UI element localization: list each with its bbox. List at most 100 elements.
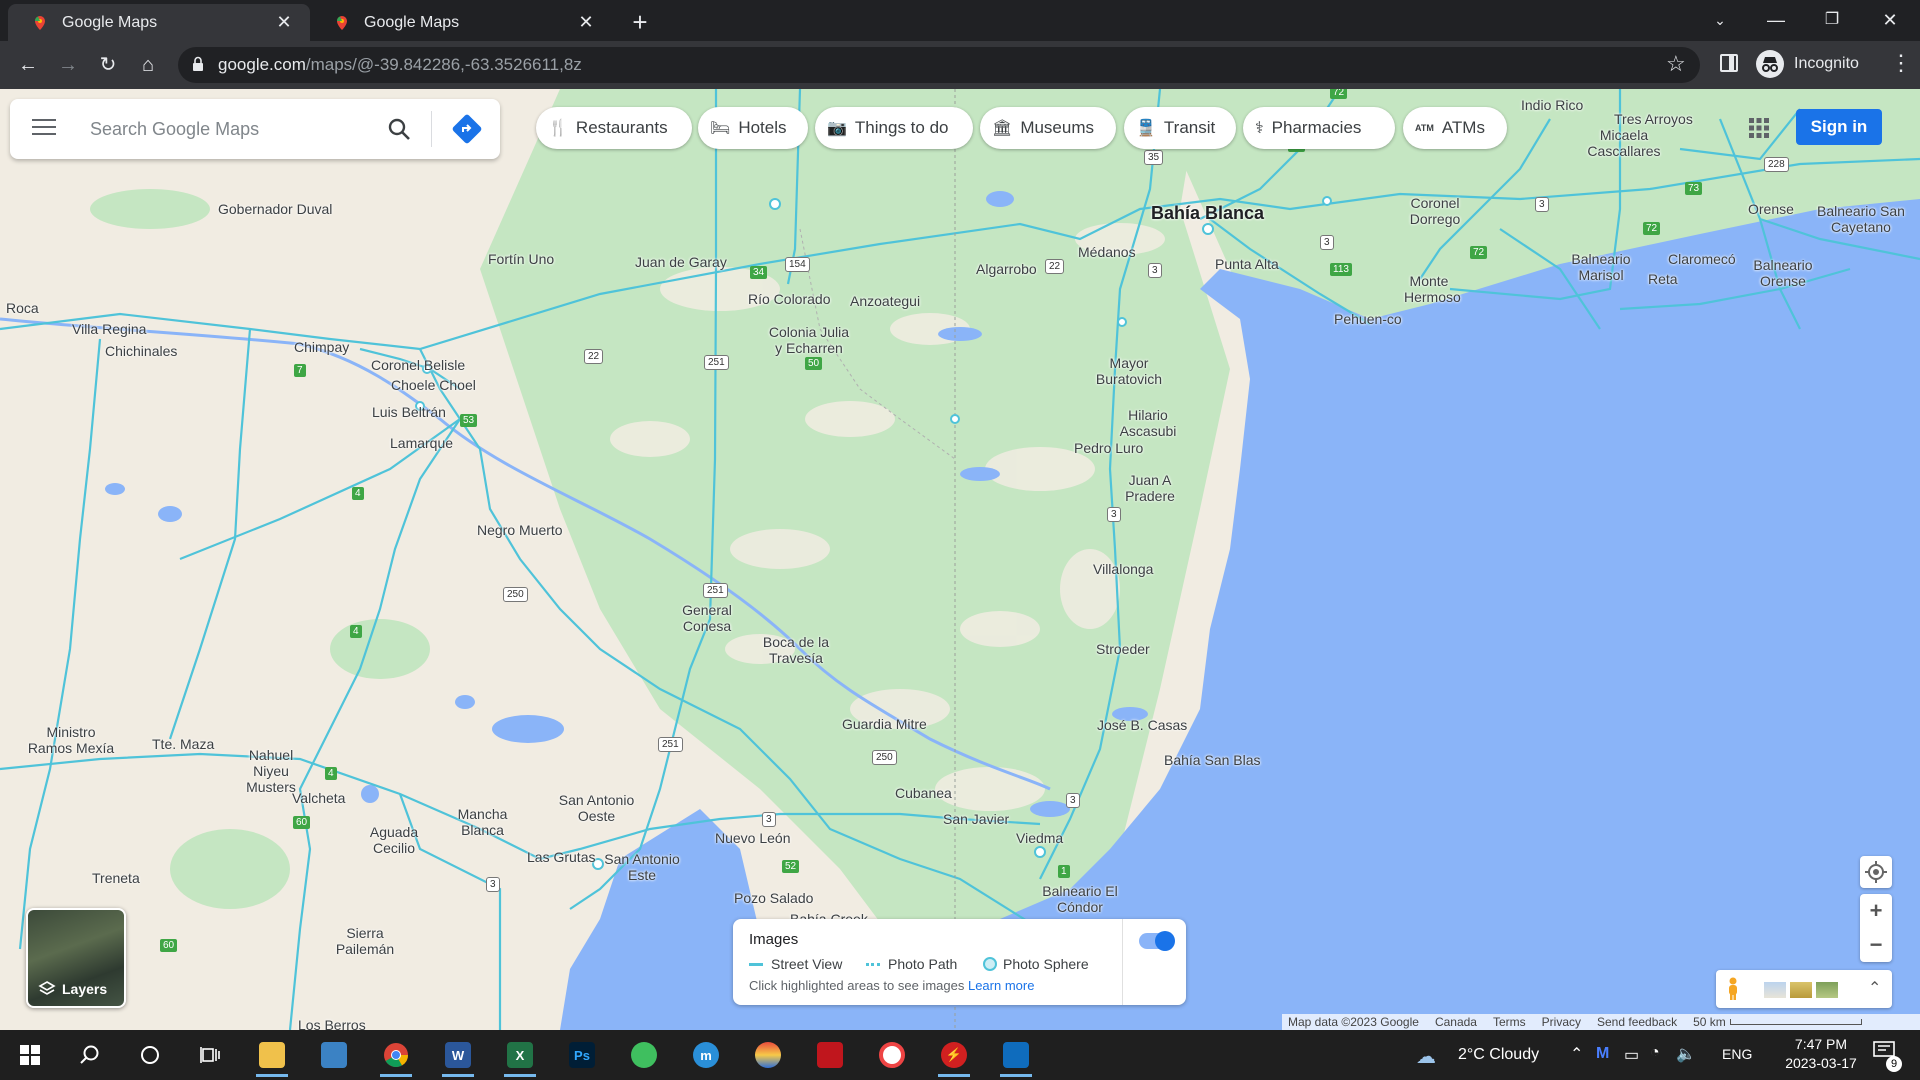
place-label[interactable]: Valcheta bbox=[292, 790, 345, 806]
excel-icon[interactable]: X bbox=[498, 1034, 542, 1077]
place-label[interactable]: Pehuen-co bbox=[1334, 311, 1402, 327]
privacy-link[interactable]: Privacy bbox=[1542, 1015, 1581, 1029]
place-label[interactable]: Punta Alta bbox=[1215, 256, 1279, 272]
place-label[interactable]: Médanos bbox=[1078, 244, 1136, 260]
reload-icon[interactable]: ↻ bbox=[92, 49, 124, 81]
green-app-icon[interactable] bbox=[622, 1034, 666, 1076]
incognito-profile-button[interactable]: Incognito bbox=[1756, 50, 1859, 78]
side-panel-icon[interactable] bbox=[1720, 54, 1738, 72]
place-label[interactable]: Monte Hermoso bbox=[1404, 273, 1461, 305]
place-label[interactable]: Colonia Julia y Echarren bbox=[764, 324, 854, 356]
scale-label[interactable]: 50 km bbox=[1693, 1015, 1726, 1029]
place-label[interactable]: Micaela Cascallares bbox=[1584, 127, 1664, 159]
images-toggle[interactable] bbox=[1139, 931, 1175, 951]
flash-app-icon[interactable]: ⚡ bbox=[932, 1034, 976, 1077]
place-label[interactable]: Hilario Ascasubi bbox=[1118, 407, 1178, 439]
imagery-thumb-1[interactable] bbox=[1764, 982, 1786, 998]
tab-google-maps-2[interactable]: Google Maps ✕ bbox=[310, 4, 612, 41]
place-label[interactable]: Aguada Cecilio bbox=[366, 824, 422, 856]
volume-icon[interactable]: 🔈 bbox=[1676, 1044, 1696, 1064]
place-label[interactable]: Balneario El Cóndor bbox=[1040, 883, 1120, 915]
place-label[interactable]: Pedro Luro bbox=[1074, 440, 1143, 456]
word-icon[interactable]: W bbox=[436, 1034, 480, 1077]
chip-atms[interactable]: ATM ATMs bbox=[1403, 107, 1507, 149]
place-label[interactable]: Claromecó bbox=[1668, 251, 1736, 267]
malwarebytes-icon[interactable]: M bbox=[1596, 1045, 1609, 1063]
place-label[interactable]: Río Colorado bbox=[748, 291, 831, 307]
cortana-icon[interactable] bbox=[128, 1034, 172, 1076]
place-label[interactable]: Mayor Buratovich bbox=[1094, 355, 1164, 387]
place-label[interactable]: Fortín Uno bbox=[488, 251, 554, 267]
place-label[interactable]: Las Grutas bbox=[527, 849, 595, 865]
place-label[interactable]: Choele Choel bbox=[391, 377, 476, 393]
search-input[interactable]: Search Google Maps bbox=[90, 119, 259, 140]
file-explorer-icon[interactable] bbox=[250, 1034, 294, 1077]
url-text[interactable]: google.com/maps/@-39.842286,-63.3526611,… bbox=[218, 55, 582, 75]
search-box[interactable]: Search Google Maps bbox=[10, 99, 500, 159]
chip-museums[interactable]: 🏛 Museums bbox=[980, 107, 1116, 149]
place-label[interactable]: Ministro Ramos Mexía bbox=[24, 724, 118, 756]
language-indicator[interactable]: ENG bbox=[1722, 1046, 1752, 1062]
expand-chevron-icon[interactable]: ⌃ bbox=[1868, 978, 1881, 998]
bookmark-star-icon[interactable]: ☆ bbox=[1666, 51, 1686, 77]
terms-link[interactable]: Terms bbox=[1493, 1015, 1526, 1029]
place-label[interactable]: Balneario Orense bbox=[1748, 257, 1818, 289]
place-label[interactable]: Guardia Mitre bbox=[842, 716, 927, 732]
cloud-weather-icon[interactable]: ☁ bbox=[1416, 1044, 1436, 1069]
tab-search-chevron-icon[interactable]: ⌄ bbox=[1692, 0, 1748, 41]
home-icon[interactable]: ⌂ bbox=[132, 49, 164, 81]
place-label[interactable]: Juan A Pradere bbox=[1120, 472, 1180, 504]
place-label[interactable]: Nuevo León bbox=[715, 830, 791, 846]
mu-app-icon[interactable]: m bbox=[684, 1034, 728, 1076]
place-label[interactable]: Roca bbox=[6, 300, 39, 316]
search-icon[interactable] bbox=[386, 116, 412, 142]
wifi-icon[interactable]: ◔ bbox=[1650, 1044, 1660, 1062]
place-label[interactable]: Gobernador Duval bbox=[218, 201, 332, 217]
place-label[interactable]: José B. Casas bbox=[1097, 717, 1187, 733]
place-label[interactable]: Algarrobo bbox=[976, 261, 1037, 277]
forward-arrow-icon[interactable]: → bbox=[52, 49, 84, 81]
map-canvas[interactable]: Bahía Blanca Gobernador Duval Fortín Uno… bbox=[0, 89, 1920, 1030]
media-player-icon[interactable] bbox=[870, 1034, 914, 1076]
show-hidden-icons-chevron-icon[interactable]: ⌃ bbox=[1570, 1044, 1583, 1064]
tab-google-maps-1[interactable]: Google Maps ✕ bbox=[8, 4, 310, 41]
chip-hotels[interactable]: 🛏 Hotels bbox=[698, 107, 808, 149]
imagery-thumb-3[interactable] bbox=[1816, 982, 1838, 998]
place-label[interactable]: Anzoategui bbox=[850, 293, 920, 309]
red-car-app-icon[interactable] bbox=[808, 1034, 852, 1076]
place-label[interactable]: Balneario Marisol bbox=[1565, 251, 1637, 283]
place-label[interactable]: Chimpay bbox=[294, 339, 349, 355]
place-label[interactable]: Juan de Garay bbox=[635, 254, 727, 270]
new-tab-button[interactable]: + bbox=[624, 6, 656, 38]
chip-transit[interactable]: 🚆 Transit bbox=[1124, 107, 1236, 149]
colorful-app-icon[interactable] bbox=[746, 1034, 790, 1076]
close-window-button[interactable]: ✕ bbox=[1862, 0, 1918, 41]
menu-hamburger-icon[interactable] bbox=[32, 119, 56, 137]
my-location-button[interactable] bbox=[1860, 856, 1892, 888]
place-label[interactable]: Stroeder bbox=[1096, 641, 1150, 657]
country-link[interactable]: Canada bbox=[1435, 1015, 1477, 1029]
sign-in-button[interactable]: Sign in bbox=[1796, 109, 1882, 145]
directions-icon[interactable] bbox=[451, 113, 483, 145]
place-label[interactable]: Mancha Blanca bbox=[455, 806, 510, 838]
google-apps-grid-icon[interactable] bbox=[1748, 117, 1770, 139]
place-label[interactable]: Villa Regina bbox=[72, 321, 146, 337]
place-label[interactable]: Coronel Dorrego bbox=[1400, 195, 1470, 227]
place-label[interactable]: Chichinales bbox=[105, 343, 177, 359]
place-label[interactable]: Tte. Maza bbox=[152, 736, 214, 752]
weather-text[interactable]: 2°C Cloudy bbox=[1458, 1046, 1539, 1064]
windows-start-icon[interactable] bbox=[8, 1034, 52, 1076]
place-label[interactable]: Tres Arroyos bbox=[1614, 111, 1693, 127]
place-label[interactable]: Coronel Belisle bbox=[371, 357, 465, 373]
send-feedback-link[interactable]: Send feedback bbox=[1597, 1015, 1677, 1029]
place-label[interactable]: Pozo Salado bbox=[734, 890, 813, 906]
chip-pharmacies[interactable]: ⚕ Pharmacies bbox=[1243, 107, 1395, 149]
place-label[interactable]: Boca de la Travesía bbox=[756, 634, 836, 666]
place-label[interactable]: Luis Beltrán bbox=[372, 404, 446, 420]
place-label[interactable]: Cubanea bbox=[895, 785, 952, 801]
lock-icon[interactable] bbox=[192, 56, 204, 72]
place-label[interactable]: Villalonga bbox=[1093, 561, 1153, 577]
photoshop-icon[interactable]: Ps bbox=[560, 1034, 604, 1076]
battery-icon[interactable]: ▭ bbox=[1624, 1045, 1639, 1065]
photos-icon[interactable] bbox=[994, 1034, 1038, 1077]
